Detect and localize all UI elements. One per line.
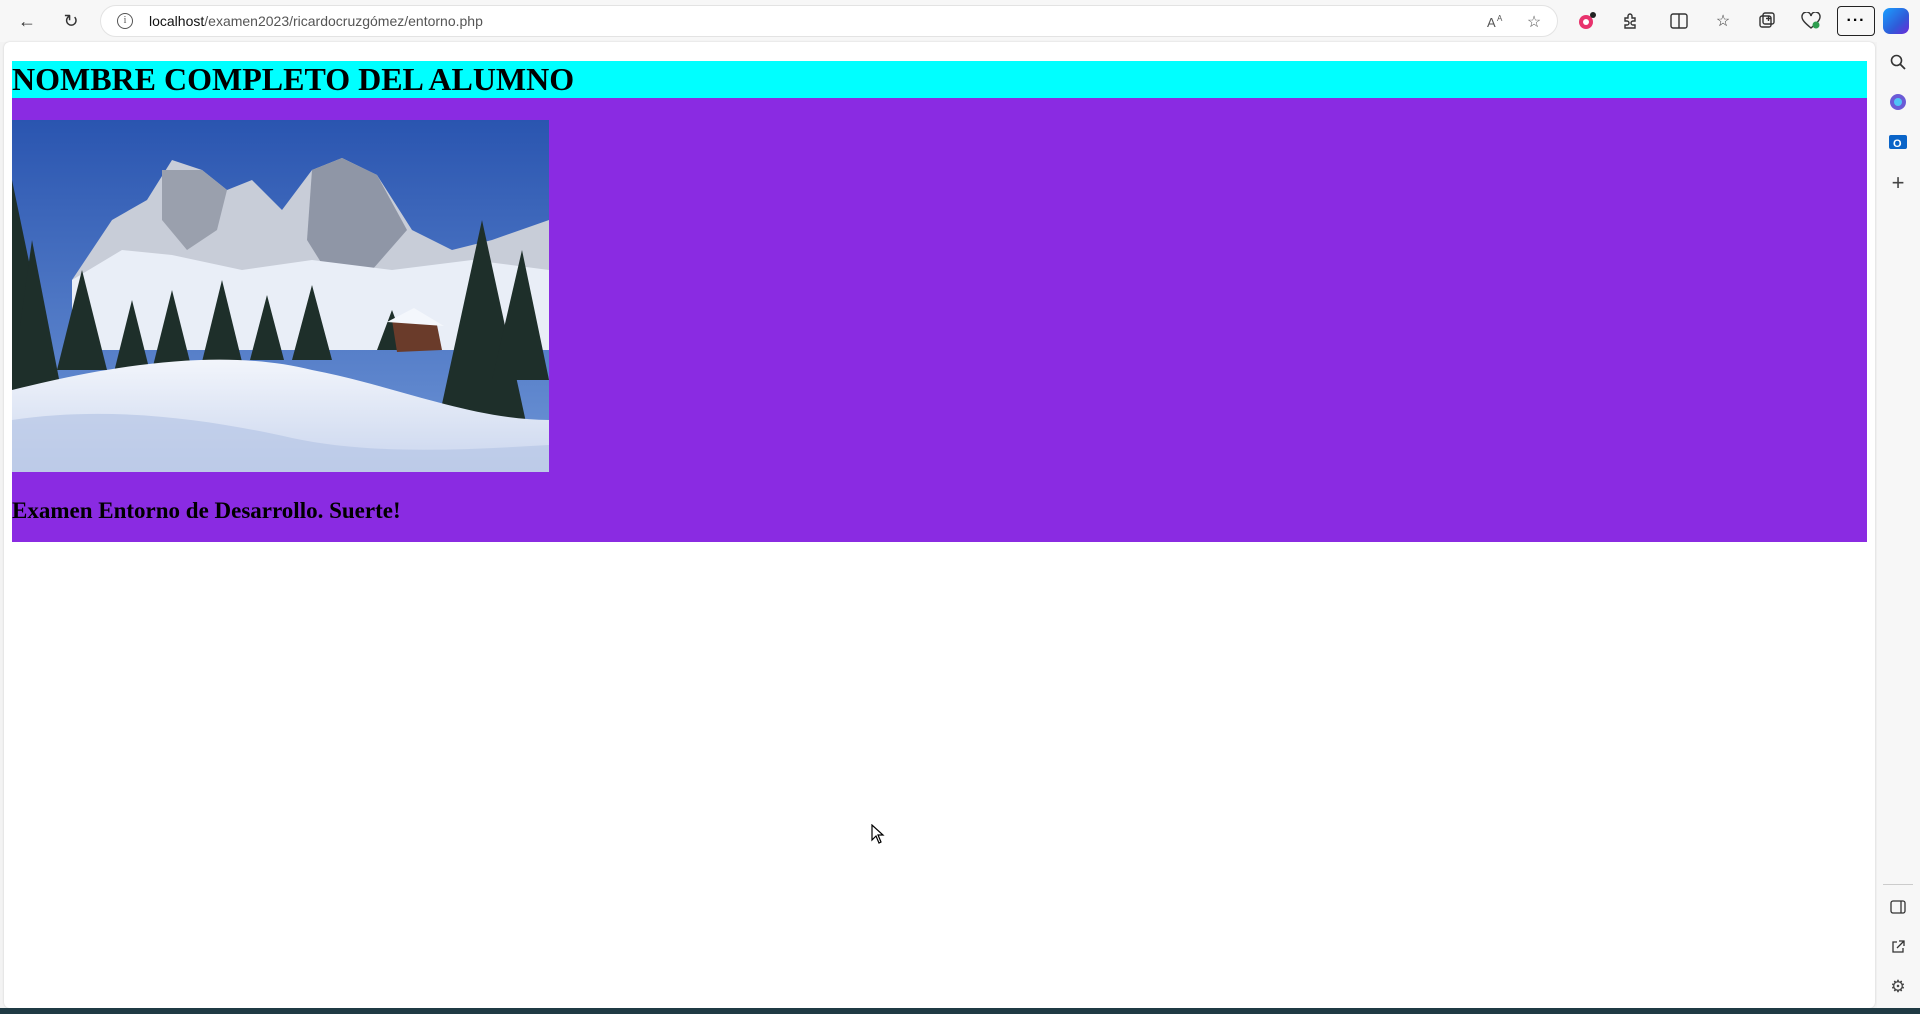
refresh-icon[interactable]: ↻ xyxy=(55,6,87,36)
page-header: NOMBRE COMPLETO DEL ALUMNO xyxy=(12,61,1867,98)
mouse-cursor-icon xyxy=(871,823,885,849)
search-icon[interactable] xyxy=(1883,47,1913,77)
copilot-icon[interactable] xyxy=(1883,8,1909,34)
address-bar[interactable]: i localhost/examen2023/ricardocruzgómez/… xyxy=(100,5,1558,37)
info-icon[interactable]: i xyxy=(117,13,133,29)
content-section: Examen Entorno de Desarrollo. Suerte! xyxy=(12,98,1867,542)
url-path: /examen2023/ricardocruzgómez/entorno.php xyxy=(204,13,483,29)
more-options-button[interactable]: ··· xyxy=(1837,6,1875,36)
read-aloud-icon[interactable]: AA xyxy=(1483,10,1507,34)
browser-toolbar: ← ↻ i localhost/examen2023/ricardocruzgó… xyxy=(0,0,1920,42)
taskbar xyxy=(0,1008,1920,1014)
add-icon[interactable]: + xyxy=(1883,168,1913,198)
open-external-icon[interactable] xyxy=(1883,932,1913,962)
settings-icon[interactable]: ⚙ xyxy=(1883,972,1913,1002)
back-icon[interactable]: ← xyxy=(11,6,43,36)
edge-sidebar: O + ⚙ xyxy=(1877,42,1920,1010)
extensions-puzzle-icon[interactable] xyxy=(1615,6,1647,36)
split-screen-icon[interactable] xyxy=(1663,6,1695,36)
favorite-star-icon[interactable]: ☆ xyxy=(1522,10,1546,34)
sidebar-toggle-icon[interactable] xyxy=(1883,892,1913,922)
outlook-icon[interactable]: O xyxy=(1883,127,1913,157)
svg-text:A: A xyxy=(1497,14,1503,23)
snowy-mountain-image xyxy=(12,120,549,472)
extension-badge-icon[interactable] xyxy=(1571,6,1603,36)
url-host: localhost xyxy=(149,13,205,29)
page-viewport: NOMBRE COMPLETO DEL ALUMNO Examen Entorn… xyxy=(4,42,1875,1008)
svg-text:A: A xyxy=(1487,15,1496,30)
url-text[interactable]: localhost/examen2023/ricardocruzgómez/en… xyxy=(149,13,483,29)
copilot-apps-icon[interactable] xyxy=(1883,87,1913,117)
collections-icon[interactable] xyxy=(1751,6,1783,36)
favorites-icon[interactable]: ☆ xyxy=(1707,6,1739,36)
page-title: NOMBRE COMPLETO DEL ALUMNO xyxy=(12,61,575,97)
page-subtitle: Examen Entorno de Desarrollo. Suerte! xyxy=(12,498,401,523)
sidebar-divider xyxy=(1883,884,1913,885)
svg-text:O: O xyxy=(1893,138,1902,150)
browser-essentials-icon[interactable] xyxy=(1795,6,1827,36)
